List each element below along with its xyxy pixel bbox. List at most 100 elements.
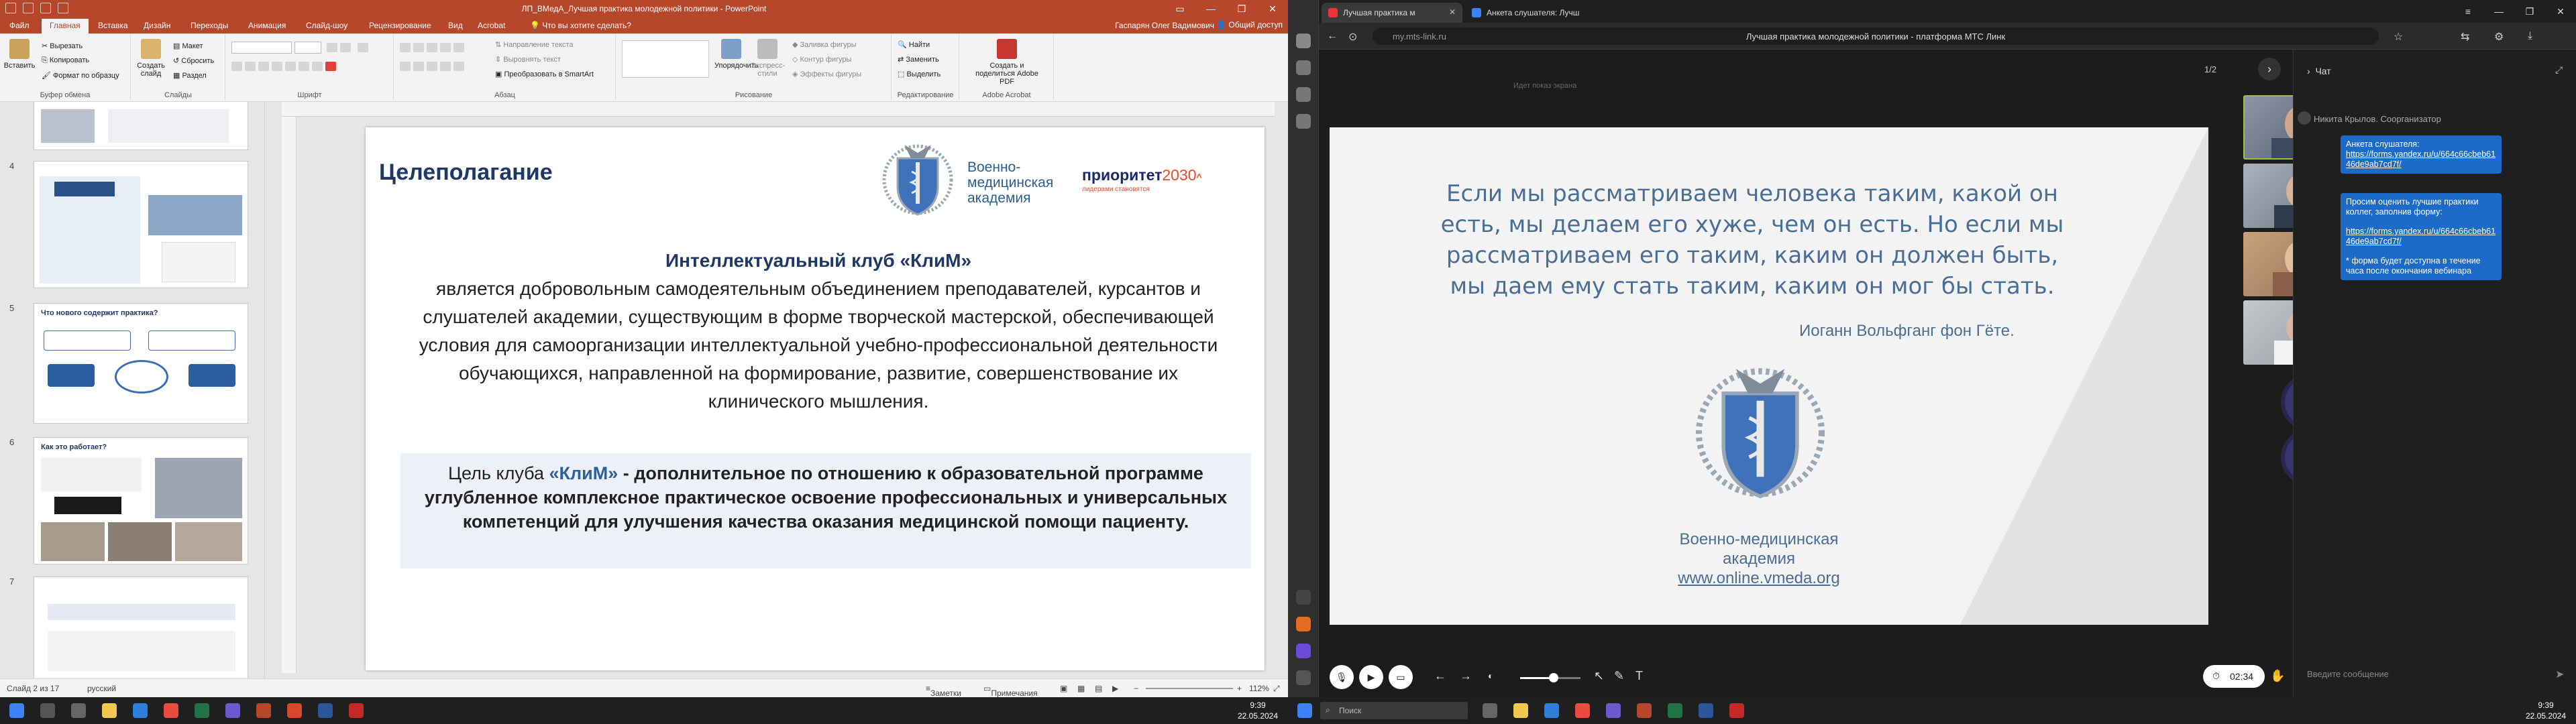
thumbnail-slide-4[interactable] <box>34 161 248 288</box>
survey-link[interactable]: https://forms.yandex.ru/u/664c66cbeb6146… <box>2346 227 2496 247</box>
pen-tool-icon[interactable]: ✎ <box>1614 669 1624 683</box>
align-left-icon[interactable] <box>400 62 411 71</box>
columns-icon[interactable] <box>453 62 464 71</box>
file-explorer-icon[interactable] <box>1513 703 1528 718</box>
next-page-button[interactable]: › <box>2258 58 2281 80</box>
justify-icon[interactable] <box>440 62 451 71</box>
url-field[interactable]: Лучшая практика молодежной политики - пл… <box>1373 27 2379 45</box>
close-button[interactable]: ✕ <box>1257 0 1288 17</box>
replace-button[interactable]: ⇄ Заменить <box>898 55 939 64</box>
format-painter-button[interactable]: 🖌 Формат по образцу <box>42 71 119 80</box>
chat-input[interactable]: Введите сообщение <box>2307 669 2389 679</box>
thumbnail-slide-3[interactable] <box>34 102 248 150</box>
tab-review[interactable]: Рецензирование <box>369 21 431 30</box>
tab-design[interactable]: Дизайн <box>144 21 170 30</box>
align-right-icon[interactable] <box>427 62 437 71</box>
sidebar-add-icon[interactable] <box>1296 590 1311 605</box>
shape-fill-button[interactable]: ◆ Заливка фигуры <box>792 40 857 49</box>
user-account[interactable]: Гаспарян Олег Вадимович <box>1115 21 1214 30</box>
system-clock[interactable]: 9:39 22.05.2024 <box>2522 700 2569 721</box>
thumbnail-slide-7[interactable] <box>34 577 248 678</box>
chrome-icon[interactable] <box>1575 703 1590 718</box>
pdf-reader-icon[interactable] <box>287 703 302 718</box>
arrange-button[interactable]: Упорядочить <box>714 39 758 70</box>
send-icon[interactable]: ➤ <box>2555 668 2564 681</box>
fit-slide-icon[interactable]: ⤢ <box>1273 684 1280 694</box>
extensions-icon[interactable]: ⚙ <box>2494 30 2504 44</box>
numbering-icon[interactable] <box>413 43 424 52</box>
minimize-button[interactable]: — <box>1195 0 1226 17</box>
tab-transitions[interactable]: Переходы <box>191 21 228 30</box>
section-button[interactable]: ▦ Раздел <box>173 71 207 80</box>
shape-outline-button[interactable]: ◇ Контур фигуры <box>792 55 851 64</box>
translate-icon[interactable]: ⇆ <box>2461 30 2469 44</box>
text-tool-icon[interactable]: T <box>1635 669 1643 683</box>
quick-styles-button[interactable]: Экспресс-стили <box>751 39 785 78</box>
expand-chat-icon[interactable]: ⤢ <box>2555 64 2563 76</box>
zoom-slider[interactable] <box>1520 673 1580 682</box>
screen-share-button[interactable]: ▭ <box>1389 665 1413 689</box>
case-icon[interactable] <box>312 62 323 71</box>
line-spacing-icon[interactable] <box>453 43 464 52</box>
camera-button[interactable]: ▶ <box>1359 665 1383 689</box>
pointer-tool-icon[interactable]: ↖ <box>1594 669 1604 683</box>
zoom-level[interactable]: 112% <box>1249 684 1269 693</box>
system-clock[interactable]: 9:39 22.05.2024 <box>1234 700 1281 721</box>
maximize-button[interactable]: ❐ <box>2514 0 2545 23</box>
close-button[interactable]: ✕ <box>2545 0 2576 23</box>
reset-button[interactable]: ↺ Сбросить <box>173 56 214 65</box>
cut-button[interactable]: ✂ Вырезать <box>42 42 83 50</box>
windows-start-icon[interactable] <box>9 703 24 718</box>
chat-message[interactable]: Просим оценить лучшие практики коллег, з… <box>2341 193 2502 280</box>
taskbar-search[interactable]: ⌕ Поиск <box>1320 702 1468 719</box>
previous-slide-icon[interactable]: ← <box>1434 669 1446 683</box>
search-icon[interactable] <box>40 703 55 718</box>
bookmark-icon[interactable]: ☆ <box>2394 30 2403 44</box>
tab-home[interactable]: Главная <box>42 19 89 34</box>
outlook-icon[interactable] <box>133 703 148 718</box>
acrobat-icon[interactable] <box>349 703 364 718</box>
comments-button[interactable]: ▭ Примечания <box>983 684 1038 698</box>
ribbon-display-icon[interactable]: ▭ <box>1165 0 1195 17</box>
acrobat-icon[interactable] <box>1729 703 1744 718</box>
text-direction-button[interactable]: ⇅ Направление текста <box>495 40 574 49</box>
underline-icon[interactable] <box>258 62 269 71</box>
sidebar-bookmarks-icon[interactable] <box>1296 114 1311 129</box>
sorter-view-icon[interactable]: ▦ <box>1077 684 1085 693</box>
task-view-icon[interactable] <box>1483 703 1497 718</box>
tell-me-search[interactable]: 💡 Что вы хотите сделать? <box>530 21 631 30</box>
smartart-button[interactable]: ▣ Преобразовать в SmartArt <box>495 70 594 78</box>
indent-less-icon[interactable] <box>427 43 437 52</box>
find-button[interactable]: 🔍 Найти <box>898 40 930 49</box>
tab-acrobat[interactable]: Acrobat <box>478 21 505 30</box>
survey-link[interactable]: https://forms.yandex.ru/u/664c66cbeb6146… <box>2346 149 2496 170</box>
sidebar-app-icon[interactable] <box>1296 617 1311 631</box>
tab-view[interactable]: Вид <box>448 21 463 30</box>
reading-view-icon[interactable]: ▤ <box>1095 684 1102 693</box>
current-slide[interactable]: Целеполагание Военно- медицинская академ… <box>366 127 1265 670</box>
sidebar-alice-icon[interactable] <box>1296 644 1311 658</box>
slideshow-view-icon[interactable]: ▶ <box>1112 684 1118 693</box>
new-slide-button[interactable]: Создать слайд <box>134 39 168 78</box>
tab-survey[interactable]: Анкета слушателя: Лучш <box>1465 3 1613 23</box>
thumbnail-slide-6[interactable]: Как это работает? <box>34 437 248 564</box>
thumbnail-slide-5[interactable]: Что нового содержит практика? <box>34 303 248 424</box>
normal-view-icon[interactable]: ▣ <box>1060 684 1067 693</box>
chat-message[interactable]: Анкета слушателя: https://forms.yandex.r… <box>2341 135 2502 174</box>
yandex-browser-icon[interactable] <box>1606 703 1621 718</box>
excel-icon[interactable] <box>1668 703 1682 718</box>
powerpoint-icon[interactable] <box>1637 703 1652 718</box>
task-view-icon[interactable] <box>71 703 86 718</box>
sidebar-history-icon[interactable] <box>1296 87 1311 102</box>
shield-icon[interactable]: ⊙ <box>1348 30 1357 44</box>
back-icon[interactable]: ← <box>1327 30 1338 42</box>
notes-button[interactable]: ≡ Заметки <box>926 684 961 698</box>
browser-menu-icon[interactable]: ≡ <box>2453 0 2483 23</box>
microphone-button[interactable]: 🎙 <box>1330 665 1354 689</box>
language-indicator[interactable]: русский <box>87 684 116 693</box>
bullets-icon[interactable] <box>400 43 411 52</box>
club-description[interactable]: Интеллектуальный клуб «КлиМ» является до… <box>406 247 1231 416</box>
copy-button[interactable]: ⎘ Копировать <box>42 56 89 65</box>
slide-title[interactable]: Целеполагание <box>379 160 553 186</box>
create-pdf-button[interactable]: Создать и поделиться Adobe PDF <box>969 39 1044 86</box>
